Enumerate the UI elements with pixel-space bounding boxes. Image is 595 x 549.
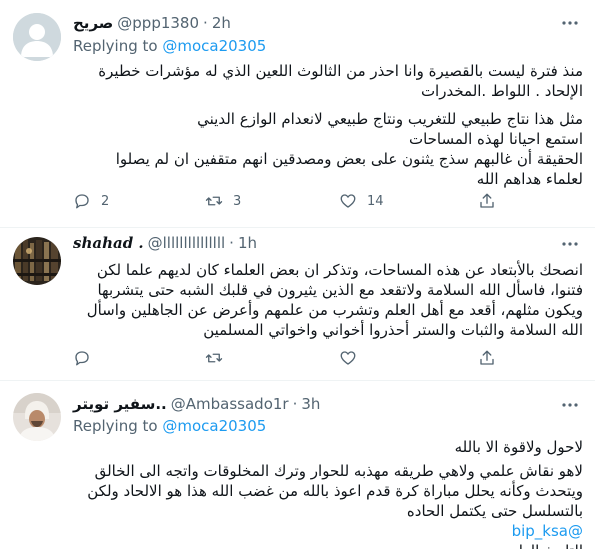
tweet-line: انصحك بالأبتعاد عن هذه المساحات، وتذكر ا…	[96, 261, 583, 279]
tweet-line: التاريخ العلمي	[73, 541, 583, 549]
separator-dot: ·	[229, 234, 234, 252]
share-icon	[480, 193, 494, 208]
like-icon	[340, 351, 356, 365]
tweet[interactable]: 𝒔𝒉𝒂𝒉𝒂𝒅 . @lllllllllllllll · 1h انصحك بال…	[0, 228, 595, 380]
more-icon[interactable]	[560, 395, 580, 415]
reply-button[interactable]	[73, 349, 101, 367]
tweet-line: استمع احيانا لهذه المساحات	[408, 130, 583, 148]
user-handle[interactable]: @lllllllllllllll	[148, 234, 226, 252]
tweet-line: الإلحاد . اللواط .المخدرات	[420, 82, 583, 100]
tweet-actions: 2 3 14	[73, 192, 583, 212]
avatar-photo	[13, 393, 61, 441]
retweet-button[interactable]: 3	[205, 192, 241, 210]
reply-button[interactable]: 2	[73, 192, 109, 210]
display-name[interactable]: 𝒔𝒉𝒂𝒉𝒂𝒅 .	[73, 234, 144, 252]
replying-to-link[interactable]: @moca20305	[162, 37, 266, 55]
timestamp[interactable]: 3h	[301, 395, 320, 413]
tweet-line: ويتحدث وكأنه يحلل مباراة كرة قدم اعوذ با…	[87, 482, 583, 500]
tweet-text: لاحول ولاقوة الا بالله لاهو نقاش علمي ول…	[73, 437, 583, 549]
replying-to: Replying to @moca20305	[73, 37, 266, 55]
tweet-header: سفير تويتر.. @Ambassado1r · 3h	[73, 395, 320, 413]
tweet-line: بالتسلسل حتى يكتمل الحاده	[406, 502, 583, 520]
retweet-icon	[205, 196, 223, 206]
user-handle[interactable]: @ppp1380	[117, 14, 199, 32]
tweet-text: منذ فترة ليست بالقصيرة وانا احذر من الثا…	[73, 61, 583, 189]
tweet-line: لاهو نقاش علمي ولاهي طريقه مهذبه للحوار …	[94, 462, 583, 480]
mention-link[interactable]: @bip_ksa	[512, 522, 583, 540]
tweet-line: الله السلامة والثبات والستر أحذروا أخوان…	[203, 321, 583, 339]
timestamp[interactable]: 2h	[212, 14, 231, 32]
separator-dot: ·	[203, 14, 208, 32]
tweet-line: ويكون مثلهم، أقعد مع أهل العلم وتشرب من …	[86, 301, 583, 319]
tweet[interactable]: صريح @ppp1380 · 2h Replying to @moca2030…	[0, 0, 595, 228]
like-button[interactable]	[339, 349, 367, 367]
replying-prefix: Replying to	[73, 37, 158, 55]
tweet-actions	[73, 349, 583, 369]
share-button[interactable]	[478, 349, 496, 367]
replying-to-link[interactable]: @moca20305	[162, 417, 266, 435]
tweet-line: فتنوا، فاسأل الله السلامة ولاتقعد مع الذ…	[97, 281, 583, 299]
tweet-line: لعلماء هداهم الله	[476, 170, 583, 188]
more-icon[interactable]	[560, 234, 580, 254]
replying-to: Replying to @moca20305	[73, 417, 266, 435]
avatar[interactable]	[13, 13, 61, 61]
like-button[interactable]: 14	[339, 192, 384, 210]
timestamp[interactable]: 1h	[238, 234, 257, 252]
user-handle[interactable]: @Ambassado1r	[171, 395, 289, 413]
avatar[interactable]	[13, 393, 61, 441]
replying-prefix: Replying to	[73, 417, 158, 435]
like-icon	[340, 194, 356, 208]
reply-icon	[75, 194, 89, 209]
tweet-header: 𝒔𝒉𝒂𝒉𝒂𝒅 . @lllllllllllllll · 1h	[73, 234, 257, 252]
reply-icon	[75, 351, 89, 366]
avatar-photo	[13, 237, 61, 285]
default-avatar-icon	[13, 13, 61, 61]
tweet-line: لاحول ولاقوة الا بالله	[454, 438, 583, 456]
separator-dot: ·	[292, 395, 298, 413]
more-icon[interactable]	[560, 13, 580, 33]
retweet-icon	[205, 353, 223, 363]
display-name[interactable]: سفير تويتر..	[73, 395, 167, 413]
tweet-text: انصحك بالأبتعاد عن هذه المساحات، وتذكر ا…	[73, 260, 583, 340]
tweet-line: @bip_ksa	[73, 521, 583, 541]
display-name[interactable]: صريح	[73, 14, 113, 32]
tweet-line: مثل هذا نتاج طبيعي للتغريب ونتاج طبيعي ل…	[197, 110, 583, 128]
tweet-line: الحقيقة أن غالبهم سذج يثنون على بعض ومصد…	[115, 150, 583, 168]
share-button[interactable]	[478, 192, 496, 210]
tweet[interactable]: سفير تويتر.. @Ambassado1r · 3h Replying …	[0, 381, 595, 549]
reply-count: 2	[101, 193, 110, 209]
avatar[interactable]	[13, 237, 61, 285]
share-icon	[480, 350, 494, 365]
retweet-button[interactable]	[205, 349, 233, 367]
tweet-header: صريح @ppp1380 · 2h	[73, 14, 231, 32]
like-count: 14	[367, 193, 384, 209]
retweet-count: 3	[233, 193, 242, 209]
tweet-line: منذ فترة ليست بالقصيرة وانا احذر من الثا…	[98, 62, 583, 80]
